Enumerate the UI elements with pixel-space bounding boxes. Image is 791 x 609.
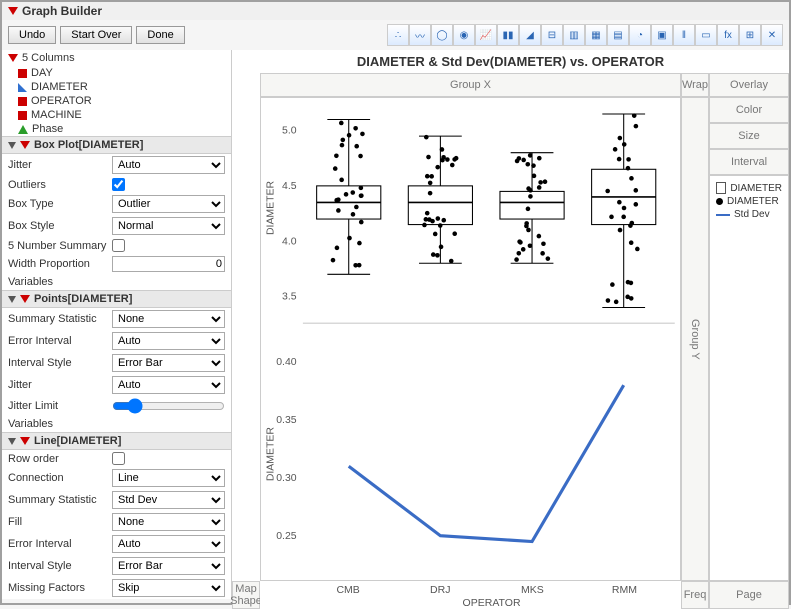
mosaic-icon[interactable]: ▤ xyxy=(607,24,629,46)
graph-type-toolbar: ∴ 〰 ◯ ◉ 📈 ▮▮ ◢ ⊟ ▥ ▦ ▤ ◔ ▣ ‖ ▭ fx ⊞ ✕ xyxy=(387,24,783,46)
done-button[interactable]: Done xyxy=(136,26,184,44)
line-roworder-check[interactable] xyxy=(112,452,125,465)
line-connection-combo[interactable]: Line xyxy=(112,469,225,487)
boxplot-boxtype-combo[interactable]: Outlier xyxy=(112,195,225,213)
boxplot-boxstyle-combo[interactable]: Normal xyxy=(112,217,225,235)
toolbar: Undo Start Over Done ∴ 〰 ◯ ◉ 📈 ▮▮ ◢ ⊟ ▥ … xyxy=(2,20,789,50)
boxplot-section[interactable]: Box Plot[DIAMETER] xyxy=(2,136,231,154)
heatmap-icon[interactable]: ▦ xyxy=(585,24,607,46)
legend: DIAMETER DIAMETER Std Dev xyxy=(709,175,789,581)
svg-text:CMB: CMB xyxy=(336,585,360,596)
line-section[interactable]: Line[DIAMETER] xyxy=(2,432,231,450)
column-diameter[interactable]: DIAMETER xyxy=(2,80,231,94)
line-sumstat-combo[interactable]: Std Dev xyxy=(112,491,225,509)
legend-dot-icon xyxy=(716,198,723,205)
wrap-zone[interactable]: Wrap xyxy=(681,73,709,97)
svg-text:RMM: RMM xyxy=(612,585,637,596)
line-fill-combo[interactable]: None xyxy=(112,513,225,531)
boxplot-jitter-combo[interactable]: Auto xyxy=(112,156,225,174)
boxplot-fivenum-check[interactable] xyxy=(112,239,125,252)
section-disclosure-icon xyxy=(8,142,16,149)
svg-text:DIAMETER: DIAMETER xyxy=(266,427,277,482)
svg-text:3.5: 3.5 xyxy=(282,292,297,303)
nominal-icon xyxy=(18,69,27,78)
smoother-icon[interactable]: 〰 xyxy=(409,24,431,46)
column-day[interactable]: DAY xyxy=(2,66,231,80)
pie-icon[interactable]: ◔ xyxy=(629,24,651,46)
scatter-icon[interactable]: ∴ xyxy=(387,24,409,46)
column-operator[interactable]: OPERATOR xyxy=(2,94,231,108)
nominal-icon xyxy=(18,111,27,120)
caption-icon[interactable]: ▭ xyxy=(695,24,717,46)
formula-icon[interactable]: fx xyxy=(717,24,739,46)
points-errint-combo[interactable]: Auto xyxy=(112,332,225,350)
line-errint-combo[interactable]: Auto xyxy=(112,535,225,553)
groupy-zone[interactable]: Group Y xyxy=(681,97,709,581)
points-intstyle-combo[interactable]: Error Bar xyxy=(112,354,225,372)
overlay-zone[interactable]: Overlay xyxy=(709,73,789,97)
y-axis-zone[interactable] xyxy=(232,97,260,581)
svg-text:4.0: 4.0 xyxy=(282,236,297,247)
points-jitter-combo[interactable]: Auto xyxy=(112,376,225,394)
svg-text:OPERATOR: OPERATOR xyxy=(463,598,521,609)
groupx-zone[interactable]: Group X xyxy=(260,73,681,97)
section-menu-icon xyxy=(20,141,30,149)
color-zone[interactable]: Color xyxy=(709,97,789,123)
columns-header[interactable]: 5 Columns xyxy=(2,50,231,66)
chart-title: DIAMETER & Std Dev(DIAMETER) vs. OPERATO… xyxy=(232,50,789,73)
section-disclosure-icon xyxy=(8,296,16,303)
interval-zone[interactable]: Interval xyxy=(709,149,789,175)
svg-text:0.35: 0.35 xyxy=(276,415,297,426)
area-icon[interactable]: ◢ xyxy=(519,24,541,46)
app-title: Graph Builder xyxy=(22,4,102,18)
section-menu-icon xyxy=(20,295,30,303)
section-menu-icon xyxy=(20,437,30,445)
nominal-icon xyxy=(18,97,27,106)
continuous-icon xyxy=(18,83,27,92)
undo-button[interactable]: Undo xyxy=(8,26,56,44)
title-bar: Graph Builder xyxy=(2,2,789,20)
ellipse-icon[interactable]: ◯ xyxy=(431,24,453,46)
contour-icon[interactable]: ◉ xyxy=(453,24,475,46)
svg-text:MKS: MKS xyxy=(521,585,544,596)
boxplot-widthprop-input[interactable] xyxy=(112,256,225,272)
boxplot-outliers-check[interactable] xyxy=(112,178,125,191)
histogram-icon[interactable]: ▥ xyxy=(563,24,585,46)
diag-icon[interactable]: ✕ xyxy=(761,24,783,46)
svg-text:0.30: 0.30 xyxy=(276,473,297,484)
column-machine[interactable]: MACHINE xyxy=(2,108,231,122)
line-icon[interactable]: 📈 xyxy=(475,24,497,46)
svg-text:4.5: 4.5 xyxy=(282,181,297,192)
left-panel: 5 Columns DAY DIAMETER OPERATOR MACHINE … xyxy=(2,50,232,599)
svg-text:0.40: 0.40 xyxy=(276,357,297,368)
parallel-icon[interactable]: ‖ xyxy=(673,24,695,46)
boxplot-icon[interactable]: ⊟ xyxy=(541,24,563,46)
points-sumstat-combo[interactable]: None xyxy=(112,310,225,328)
plot-zone[interactable]: 3.5 4.0 4.5 5.0 DIAMETER 0.25 0.30 0.35 0.40 DIAM… xyxy=(260,97,681,581)
columns-disclosure-icon xyxy=(8,54,18,62)
bar-icon[interactable]: ▮▮ xyxy=(497,24,519,46)
ordinal-icon xyxy=(18,125,28,134)
columns-count: 5 Columns xyxy=(22,52,75,64)
line-intstyle-combo[interactable]: Error Bar xyxy=(112,557,225,575)
size-zone[interactable]: Size xyxy=(709,123,789,149)
svg-text:DIAMETER: DIAMETER xyxy=(266,181,277,236)
points-jitterlimit-slider[interactable] xyxy=(112,398,225,414)
line-missfac-combo[interactable]: Skip xyxy=(112,579,225,597)
svg-text:0.25: 0.25 xyxy=(276,531,297,542)
legend-line-icon xyxy=(716,214,730,216)
points-section[interactable]: Points[DIAMETER] xyxy=(2,290,231,308)
svg-text:DRJ: DRJ xyxy=(430,585,450,596)
disclosure-icon[interactable] xyxy=(8,7,18,15)
column-phase[interactable]: Phase xyxy=(2,122,231,136)
svg-text:5.0: 5.0 xyxy=(282,126,297,137)
legend-open-square-icon xyxy=(716,182,726,194)
start-over-button[interactable]: Start Over xyxy=(60,26,132,44)
map-icon[interactable]: ⊞ xyxy=(739,24,761,46)
section-disclosure-icon xyxy=(8,438,16,445)
treemap-icon[interactable]: ▣ xyxy=(651,24,673,46)
chart-area: DIAMETER & Std Dev(DIAMETER) vs. OPERATO… xyxy=(232,50,789,599)
